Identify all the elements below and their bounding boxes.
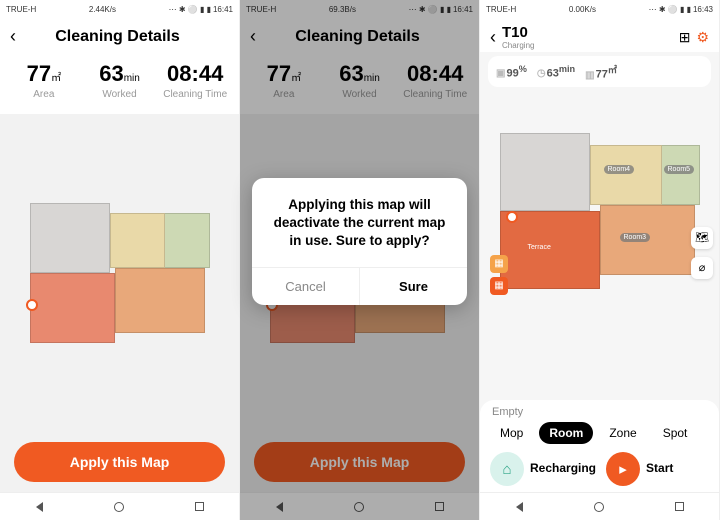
sure-button[interactable]: Sure <box>360 268 467 305</box>
summary-bar: ▣99% ◷63min ▥77㎡ <box>488 56 711 87</box>
room-label[interactable]: Terrace <box>524 243 555 252</box>
apply-map-button[interactable]: Apply this Map <box>14 442 225 482</box>
nav-back-icon[interactable] <box>36 502 43 512</box>
nav-home-icon[interactable] <box>114 502 124 512</box>
map-edit-button[interactable]: ⌀ <box>691 257 713 279</box>
android-navbar <box>0 492 239 520</box>
screen-apply-dialog: TRUE-H 69.3B/s ⋯ ✱ ⚪ ▮ ▮ 16:41 ‹ Cleanin… <box>240 0 480 520</box>
device-status: Charging <box>502 41 673 50</box>
side-button-2[interactable]: ▦ <box>490 277 508 295</box>
dock-icon <box>26 299 38 311</box>
floor-map: Room4 Room5 Terrace Room3 <box>500 133 700 303</box>
map-area[interactable] <box>0 114 239 442</box>
room-label[interactable]: Room4 <box>604 165 635 174</box>
battery-icon: ▣ <box>496 68 505 79</box>
play-icon: ▸ <box>606 452 640 486</box>
recharge-button[interactable]: ⌂ Recharging <box>490 452 596 486</box>
android-navbar <box>480 492 719 520</box>
cancel-button[interactable]: Cancel <box>252 268 360 305</box>
map-area[interactable]: Room4 Room5 Terrace Room3 🗺 ⌀ ▦ ▦ <box>480 87 719 400</box>
nav-home-icon[interactable] <box>594 502 604 512</box>
tab-spot[interactable]: Spot <box>653 422 698 444</box>
side-button-1[interactable]: ▦ <box>490 255 508 273</box>
home-icon: ⌂ <box>490 452 524 486</box>
nav-back-icon[interactable] <box>516 502 523 512</box>
mode-tabs: Mop Room Zone Spot <box>490 422 709 444</box>
header: ‹ T10 Charging ⊞ ⚙ <box>480 18 719 52</box>
tab-room[interactable]: Room <box>539 422 593 444</box>
tab-zone[interactable]: Zone <box>599 422 646 444</box>
back-icon[interactable]: ‹ <box>10 26 16 47</box>
status-bar: TRUE-H 2.44K/s ⋯ ✱ ⚪ ▮ ▮ 16:41 <box>0 0 239 18</box>
tab-mop[interactable]: Mop <box>490 422 533 444</box>
screen-cleaning-details: TRUE-H 2.44K/s ⋯ ✱ ⚪ ▮ ▮ 16:41 ‹ Cleanin… <box>0 0 240 520</box>
header: ‹ Cleaning Details <box>0 18 239 51</box>
grid-icon[interactable]: ⊞ <box>679 29 691 46</box>
dock-icon <box>506 211 518 223</box>
nav-recent-icon[interactable] <box>675 502 684 511</box>
confirm-dialog: Applying this map will deactivate the cu… <box>252 178 467 305</box>
device-name: T10 <box>502 24 673 41</box>
area-icon: ▥ <box>585 70 594 81</box>
clock-icon: ◷ <box>537 68 546 79</box>
nav-recent-icon[interactable] <box>195 502 204 511</box>
dialog-message: Applying this map will deactivate the cu… <box>252 178 467 267</box>
stat-area: 77㎡ Area <box>6 61 82 100</box>
status-text: Empty <box>492 406 709 418</box>
stat-time: 08:44 Cleaning Time <box>157 61 233 100</box>
room-label[interactable]: Room5 <box>664 165 695 174</box>
stat-worked: 63min Worked <box>82 61 158 100</box>
room-label[interactable]: Room3 <box>620 233 651 242</box>
back-icon[interactable]: ‹ <box>490 27 496 48</box>
page-title: Cleaning Details <box>24 28 211 46</box>
floor-map <box>30 203 210 353</box>
start-button[interactable]: ▸ Start <box>606 452 709 486</box>
bottom-panel: Empty Mop Room Zone Spot ⌂ Recharging ▸ … <box>480 400 719 492</box>
gear-icon[interactable]: ⚙ <box>696 29 709 46</box>
screen-robot-home: TRUE-H 0.00K/s ⋯ ✱ ⚪ ▮ ▮ 16:43 ‹ T10 Cha… <box>480 0 720 520</box>
status-bar: TRUE-H 0.00K/s ⋯ ✱ ⚪ ▮ ▮ 16:43 <box>480 0 719 18</box>
map-layers-button[interactable]: 🗺 <box>691 227 713 249</box>
stats-row: 77㎡ Area 63min Worked 08:44 Cleaning Tim… <box>0 51 239 114</box>
